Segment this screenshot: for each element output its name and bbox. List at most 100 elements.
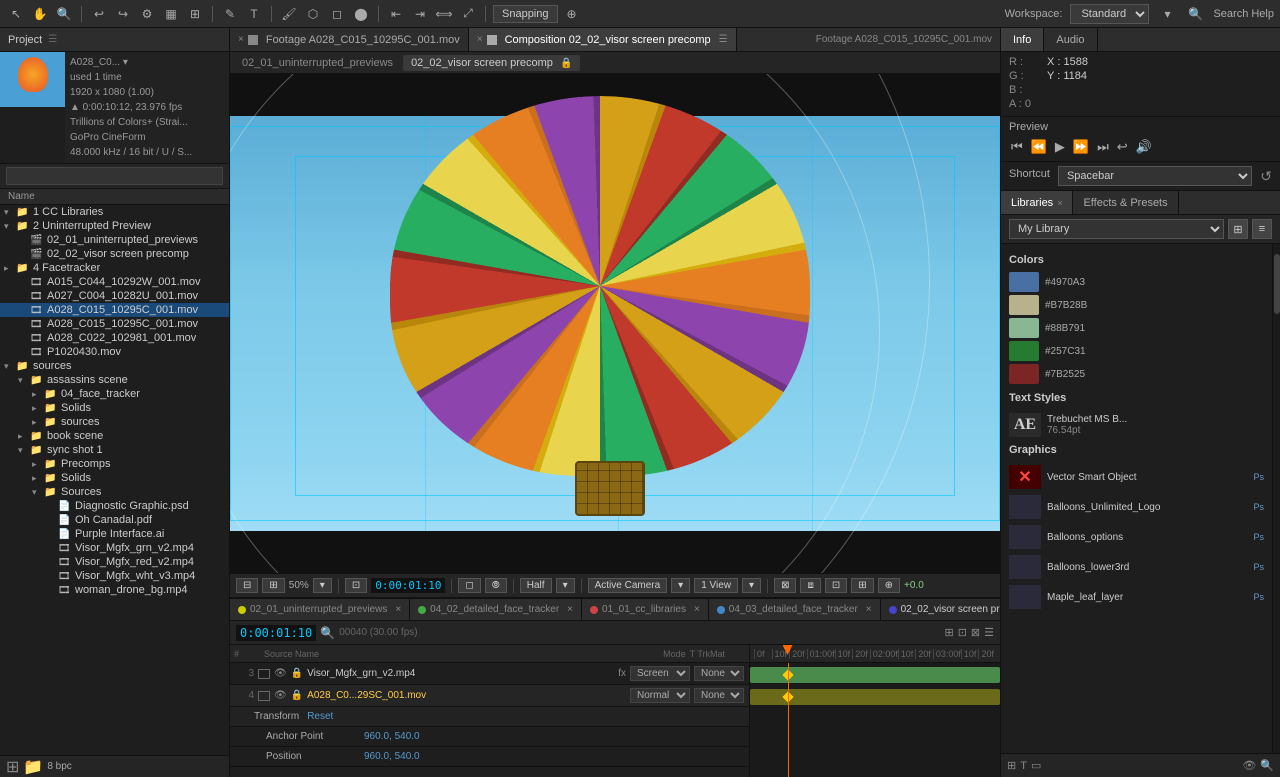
comp-tab-menu[interactable]: ☰ xyxy=(719,34,728,45)
brush-tool[interactable]: 🖌 xyxy=(279,4,299,24)
prev-play-btn[interactable]: ▶ xyxy=(1053,137,1067,157)
libraries-tab[interactable]: Libraries × xyxy=(1001,191,1073,214)
prev-last-btn[interactable]: ⏭ xyxy=(1095,137,1111,157)
extra-btn-3[interactable]: ⊡ xyxy=(825,578,847,593)
position-value[interactable]: 960.0, 540.0 xyxy=(364,751,420,762)
view-mode-dropdown[interactable]: ▾ xyxy=(556,578,575,593)
tree-item-sources2[interactable]: ▸📁sources xyxy=(0,415,229,429)
zoom-dropdown[interactable]: ▾ xyxy=(313,578,332,593)
add-item-btn[interactable]: ⊞ xyxy=(6,757,19,777)
tree-item-a015[interactable]: 🎞A015_C044_10292W_001.mov xyxy=(0,275,229,289)
tree-item-solids[interactable]: ▸📁Solids xyxy=(0,401,229,415)
tree-item-01-uninterrupted[interactable]: 🎬02_01_uninterrupted_previews xyxy=(0,233,229,247)
redo-btn[interactable]: ↪ xyxy=(113,4,133,24)
tl-tool-3[interactable]: ⊠ xyxy=(971,626,980,639)
extra-btn-2[interactable]: ⧈ xyxy=(800,578,820,593)
library-select[interactable]: My Library xyxy=(1009,219,1224,239)
track-3-vis[interactable] xyxy=(258,669,270,679)
prev-first-btn[interactable]: ⏮ xyxy=(1009,137,1025,157)
views-btn[interactable]: 1 View xyxy=(694,578,738,593)
snapping-button[interactable]: Snapping xyxy=(493,5,558,23)
toggle-btn-2[interactable]: ⦾ xyxy=(485,578,507,593)
tl-tab-0[interactable]: 02_01_uninterrupted_previews × xyxy=(230,599,410,620)
tl-tool-1[interactable]: ⊞ xyxy=(944,626,953,639)
track-4-eye[interactable]: 👁 xyxy=(274,690,287,701)
zoom-tool[interactable]: 🔍 xyxy=(54,4,74,24)
search-icon[interactable]: 🔍 xyxy=(1185,4,1205,24)
resolution-btn[interactable]: ⊡ xyxy=(345,578,367,593)
tree-item-purple[interactable]: 📄Purple Interface.ai xyxy=(0,527,229,541)
timeline-timecode[interactable]: 0:00:01:10 xyxy=(236,625,316,641)
track-4-mode[interactable]: Normal xyxy=(630,688,690,703)
stamp-tool[interactable]: ⬡ xyxy=(303,4,323,24)
color-swatch-3[interactable]: #257C31 xyxy=(1009,341,1264,361)
tree-item-oh-canadal[interactable]: 📄Oh Canadal.pdf xyxy=(0,513,229,527)
tree-item-a027[interactable]: 🎞A027_C004_10282U_001.mov xyxy=(0,289,229,303)
tree-item-a028-2[interactable]: 🎞A028_C015_10295C_001.mov xyxy=(0,317,229,331)
tl-tool-2[interactable]: ⊡ xyxy=(958,626,967,639)
tree-item-uninterrupted-preview[interactable]: ▾📁2 Uninterrupted Preview xyxy=(0,219,229,233)
tree-item-book-scene[interactable]: ▸📁book scene xyxy=(0,429,229,443)
prev-loop-btn[interactable]: ↩ xyxy=(1115,137,1130,157)
view-list-btn[interactable]: ≡ xyxy=(1252,219,1272,239)
audio-tab[interactable]: Audio xyxy=(1044,28,1097,51)
prev-next-btn[interactable]: ⏩ xyxy=(1071,137,1091,157)
effects-presets-tab[interactable]: Effects & Presets xyxy=(1073,191,1178,214)
track-3-fx[interactable]: fx xyxy=(618,668,626,679)
tl-tab-4[interactable]: 02_02_visor screen precomp × ☰ xyxy=(881,599,1000,620)
track-3-eye[interactable]: 👁 xyxy=(274,668,287,679)
prev-audio-btn[interactable]: 🔊 xyxy=(1134,137,1154,157)
playhead[interactable] xyxy=(788,663,789,777)
lib-type-btn[interactable]: T xyxy=(1020,760,1027,772)
align-center-tool[interactable]: ⇥ xyxy=(410,4,430,24)
comp-tab-footage[interactable]: × Footage A028_C015_10295C_001.mov xyxy=(230,28,469,51)
tl-tab-2[interactable]: 01_01_cc_libraries × xyxy=(582,599,709,620)
right-scrollbar[interactable] xyxy=(1272,244,1280,753)
extra-btn-1[interactable]: ⊠ xyxy=(774,578,796,593)
color-swatch-0[interactable]: #4970A3 xyxy=(1009,272,1264,292)
graphic-item-4[interactable]: Maple_leaf_layerPs xyxy=(1009,582,1264,612)
views-dropdown[interactable]: ▾ xyxy=(742,578,761,593)
tree-item-a028-selected[interactable]: 🎞A028_C015_10295C_001.mov xyxy=(0,303,229,317)
tree-item-04-face-tracker[interactable]: ▸📁04_face_tracker xyxy=(0,387,229,401)
undo-btn[interactable]: ↩ xyxy=(89,4,109,24)
extra-btn-5[interactable]: ⊕ xyxy=(878,578,900,593)
tree-item-visor-wht[interactable]: 🎞Visor_Mgfx_wht_v3.mp4 xyxy=(0,569,229,583)
search-input[interactable] xyxy=(6,167,223,185)
tree-item-assassins[interactable]: ▾📁assassins scene xyxy=(0,373,229,387)
track-3-mode[interactable]: Screen xyxy=(630,666,690,681)
view-grid-btn[interactable]: ⊞ xyxy=(1228,219,1248,239)
color-swatch-1[interactable]: #B7B28B xyxy=(1009,295,1264,315)
tl-close-1[interactable]: × xyxy=(567,604,573,615)
graphic-item-3[interactable]: Balloons_lower3rdPs xyxy=(1009,552,1264,582)
shortcut-select[interactable]: Spacebar xyxy=(1058,166,1252,186)
track-4-none[interactable]: None xyxy=(694,688,744,703)
comp-tab-active[interactable]: × Composition 02_02_visor screen precomp… xyxy=(469,28,737,51)
tl-tab-3[interactable]: 04_03_detailed_face_tracker × xyxy=(709,599,881,620)
tl-tab-1[interactable]: 04_02_detailed_face_tracker × xyxy=(410,599,582,620)
preview-btn[interactable]: ⊞ xyxy=(185,4,205,24)
anchor-point-value[interactable]: 960.0, 540.0 xyxy=(364,731,420,742)
snapping-extra[interactable]: ⊕ xyxy=(562,4,582,24)
distribute-tool[interactable]: ⤢ xyxy=(458,4,478,24)
info-tab[interactable]: Info xyxy=(1001,28,1044,51)
lib-eye-btn[interactable]: 👁 xyxy=(1242,759,1256,772)
tree-item-02-visor[interactable]: 🎬02_02_visor screen precomp xyxy=(0,247,229,261)
graphic-item-1[interactable]: Balloons_Unlimited_LogoPs xyxy=(1009,492,1264,522)
workspace-dropdown[interactable]: ▾ xyxy=(1157,4,1177,24)
eraser-tool[interactable]: ◻ xyxy=(327,4,347,24)
prev-prev-btn[interactable]: ⏪ xyxy=(1029,137,1049,157)
track-3-none[interactable]: None xyxy=(694,666,744,681)
tree-item-diagnostic[interactable]: 📄Diagnostic Graphic.psd xyxy=(0,499,229,513)
timeline-search-btn[interactable]: 🔍 xyxy=(320,626,335,640)
comp-tab-close-btn[interactable]: × xyxy=(477,34,483,45)
tree-item-a028-c022[interactable]: 🎞A028_C022_102981_001.mov xyxy=(0,331,229,345)
viewer-tab-lock[interactable]: 🔒 xyxy=(560,58,572,69)
camera-dropdown[interactable]: ▾ xyxy=(671,578,690,593)
project-menu-icon[interactable]: ☰ xyxy=(48,34,57,45)
extra-btn-4[interactable]: ⊞ xyxy=(851,578,873,593)
workspace-select[interactable]: Standard xyxy=(1070,4,1149,24)
type-tool[interactable]: T xyxy=(244,4,264,24)
tl-close-2[interactable]: × xyxy=(694,604,700,615)
shortcut-reset[interactable]: ↺ xyxy=(1260,168,1272,185)
